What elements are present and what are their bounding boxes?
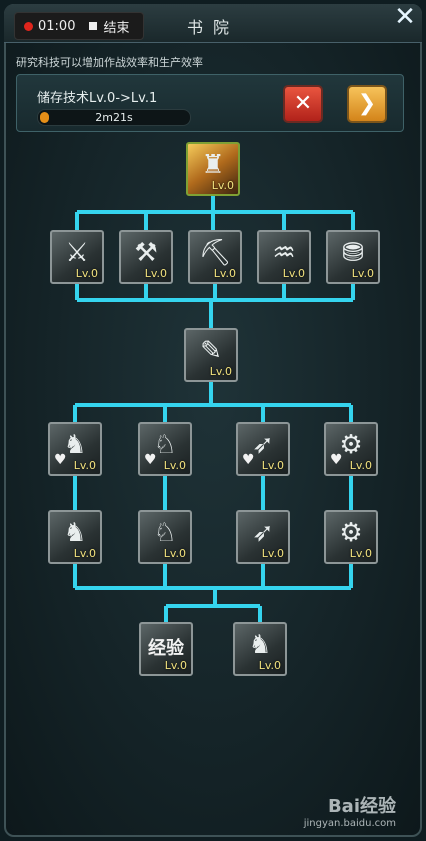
cavalry-sword-icon: ♘ bbox=[153, 518, 177, 548]
level-label: Lv.0 bbox=[73, 547, 96, 560]
level-label: Lv.0 bbox=[163, 547, 186, 560]
tech-node-experience-tech[interactable]: 经验 Lv.0 bbox=[139, 622, 193, 676]
level-label: Lv.0 bbox=[209, 365, 232, 378]
level-label: Lv.0 bbox=[211, 179, 234, 192]
tech-node-archer-health[interactable]: ➶ ♥ Lv.0 bbox=[236, 422, 290, 476]
level-label: Lv.0 bbox=[261, 547, 284, 560]
treasure-chest-icon: ⛃ bbox=[342, 238, 364, 268]
level-label: Lv.0 bbox=[144, 267, 167, 280]
tech-node-defense-tech[interactable]: ⚔ Lv.0 bbox=[50, 230, 104, 284]
heart-icon: ♥ bbox=[54, 452, 67, 468]
hammer-shield-icon: ⚒ bbox=[134, 238, 158, 268]
tech-node-storage-tech[interactable]: ♜ Lv.0 bbox=[186, 142, 240, 196]
tech-tree-connectors bbox=[73, 196, 355, 622]
level-label: Lv.0 bbox=[349, 459, 372, 472]
infantry-sword-icon: ♞ bbox=[63, 518, 87, 548]
level-label: Lv.0 bbox=[75, 267, 98, 280]
tech-node-siege-health[interactable]: ⚙ ♥ Lv.0 bbox=[324, 422, 378, 476]
experience-icon: 经验 bbox=[148, 638, 184, 659]
tech-node-mining-tech[interactable]: ⛏ Lv.0 bbox=[188, 230, 242, 284]
catapult-sword-icon: ⚙ bbox=[339, 518, 363, 548]
heart-icon: ♥ bbox=[144, 452, 157, 468]
tech-node-infantry-health[interactable]: ♞ ♥ Lv.0 bbox=[48, 422, 102, 476]
watermark-brand: Bai经验 bbox=[327, 796, 396, 817]
level-label: Lv.0 bbox=[213, 267, 236, 280]
level-label: Lv.0 bbox=[351, 267, 374, 280]
level-label: Lv.0 bbox=[163, 459, 186, 472]
tech-node-archer-attack[interactable]: ➶ Lv.0 bbox=[236, 510, 290, 564]
tech-node-scroll-tech[interactable]: ✎ Lv.0 bbox=[184, 328, 238, 382]
level-label: Lv.0 bbox=[164, 659, 187, 672]
heart-icon: ♥ bbox=[242, 452, 255, 468]
tech-node-treasury-tech[interactable]: ⛃ Lv.0 bbox=[326, 230, 380, 284]
tech-node-cavalry-health[interactable]: ♘ ♥ Lv.0 bbox=[138, 422, 192, 476]
axe-shield-icon: ⚔ bbox=[65, 238, 89, 268]
tech-node-horse-tech[interactable]: ♞ Lv.0 bbox=[233, 622, 287, 676]
archer-sword-icon: ➶ bbox=[252, 518, 274, 548]
tech-node-logging-tech[interactable]: ♒ Lv.0 bbox=[257, 230, 311, 284]
tech-node-siege-attack[interactable]: ⚙ Lv.0 bbox=[324, 510, 378, 564]
tech-node-cavalry-attack[interactable]: ♘ Lv.0 bbox=[138, 510, 192, 564]
horse-icon: ♞ bbox=[248, 630, 272, 660]
level-label: Lv.0 bbox=[282, 267, 305, 280]
level-label: Lv.0 bbox=[349, 547, 372, 560]
level-label: Lv.0 bbox=[261, 459, 284, 472]
castle-icon: ♜ bbox=[201, 150, 225, 180]
watermark-url: jingyan.baidu.com bbox=[303, 818, 396, 829]
tech-node-smithing-tech[interactable]: ⚒ Lv.0 bbox=[119, 230, 173, 284]
pickaxe-icon: ⛏ bbox=[198, 238, 232, 268]
scroll-quill-icon: ✎ bbox=[200, 336, 222, 366]
tech-node-infantry-attack[interactable]: ♞ Lv.0 bbox=[48, 510, 102, 564]
level-label: Lv.0 bbox=[258, 659, 281, 672]
heart-icon: ♥ bbox=[330, 452, 343, 468]
level-label: Lv.0 bbox=[73, 459, 96, 472]
saw-log-icon: ♒ bbox=[272, 238, 296, 268]
watermark: Bai经验 jingyan.baidu.com bbox=[304, 792, 396, 829]
